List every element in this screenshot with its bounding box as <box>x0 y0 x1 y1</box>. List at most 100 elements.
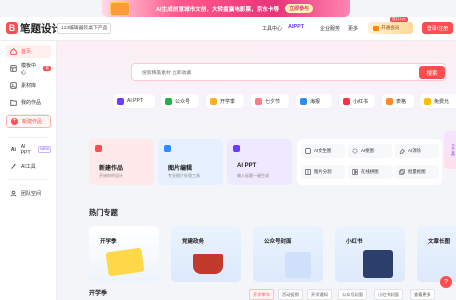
sidebar-item-team[interactable]: 团队空间 <box>6 187 51 200</box>
category-chip[interactable]: 小红书封面 <box>374 289 403 300</box>
hot-topic-title: 党建政务 <box>182 239 205 245</box>
logo[interactable]: B 笔题设计 <box>6 20 62 36</box>
quick-link-xiaohongshu[interactable]: 小红书 <box>339 94 375 108</box>
tool-image-split[interactable]: 图片分割 <box>301 165 345 179</box>
image-icon <box>305 148 311 154</box>
hot-topic-card-long-image[interactable]: 文章长图 <box>417 226 456 282</box>
view-more-link[interactable]: 查看更多 <box>410 289 435 300</box>
quick-link-wechat[interactable]: 公众号 <box>161 94 199 108</box>
template-icon <box>10 65 17 72</box>
logo-text: 笔题设计 <box>20 22 62 35</box>
material-icon <box>10 82 17 89</box>
home-icon <box>10 48 17 55</box>
new-badge: 新 <box>43 66 51 71</box>
feature-card-ai-ppt[interactable]: AI PPT 输入标题一键生成 <box>227 139 292 185</box>
feature-card-image-edit[interactable]: 图片编辑 专业图片处理工具 <box>158 139 223 185</box>
feature-card-subtitle: 专业图片处理工具 <box>168 173 200 178</box>
sidebar-item-label: 首页 <box>21 49 32 55</box>
category-chip[interactable]: 活动促销 <box>278 289 303 300</box>
tool-ai-cutout[interactable]: AI抠图 <box>348 144 392 158</box>
search-bar: 搜索 <box>131 63 446 81</box>
sidebar-item-label: AI PPT <box>20 143 31 156</box>
sidebar-item-label: AI工具 <box>21 164 36 170</box>
hot-topic-card-wechat-cover[interactable]: 公众号封面 <box>253 226 323 282</box>
nav-aippt[interactable]: AIPPT <box>288 24 304 30</box>
sidebar-item-label: 我的作品 <box>21 100 42 106</box>
wechat-icon <box>165 97 172 105</box>
vip-discount-badge: 首月1元 <box>390 17 408 22</box>
sidebar-item-home[interactable]: 首页 <box>6 45 51 58</box>
sidebar-item-materials[interactable]: 素材库 <box>6 79 51 92</box>
batch-icon <box>399 169 405 175</box>
folder-icon <box>10 99 17 106</box>
category-chip[interactable]: 公众号封面 <box>338 289 367 300</box>
category-chip[interactable]: 开学季节 <box>249 289 274 300</box>
promo-text: AI生成创意城市文创，大转盘赢电影票，京东卡等 <box>156 6 280 13</box>
quick-link-label: 海报 <box>310 98 321 105</box>
tool-ai-text-to-image[interactable]: AI文生图 <box>301 144 345 158</box>
quick-link-label: 小红书 <box>353 98 369 105</box>
logo-icon: B <box>6 22 18 34</box>
hot-topic-title: 公众号封面 <box>264 239 292 245</box>
category-chip[interactable]: 开学通知 <box>307 289 332 300</box>
quick-link-label: 免费允 <box>434 98 450 105</box>
sidebar-item-ai-tools[interactable]: AI工具 <box>6 160 51 173</box>
cutout-icon <box>352 148 358 154</box>
feature-card-title: 图片编辑 <box>168 166 193 172</box>
hot-topic-card-party[interactable]: 党建政务 <box>171 226 241 282</box>
quick-link-label: 开学季 <box>220 98 236 105</box>
quick-link-ai-ppt[interactable]: AI PPT <box>113 94 155 108</box>
tool-label: AI文生图 <box>314 148 332 153</box>
new-work-button[interactable]: + 新建作品 <box>6 115 51 128</box>
split-icon <box>305 169 311 175</box>
search-input[interactable] <box>142 69 382 77</box>
hot-topic-card-school[interactable]: 开学季 <box>89 226 159 282</box>
school-icon <box>210 97 217 105</box>
sidebar-item-templates[interactable]: 模板中心 新 <box>6 62 51 76</box>
sidebar-item-ai-ppt[interactable]: Ai AI PPT NEW <box>6 143 51 156</box>
promo-banner[interactable]: AI生成创意城市文创，大转盘赢电影票，京东卡等 立即参与 <box>102 0 350 17</box>
image-icon <box>164 145 171 152</box>
floating-ai-panel[interactable]: AI工具 <box>444 131 456 169</box>
tool-ai-erase[interactable]: AI消除 <box>395 144 439 158</box>
hot-topics-title: 热门专题 <box>89 208 118 217</box>
quick-link-label: AI PPT <box>127 98 143 104</box>
sidebar-item-label: 团队空间 <box>21 191 42 197</box>
nav-tool-center[interactable]: 工具中心 <box>262 25 282 32</box>
free-icon <box>424 97 431 105</box>
vip-button[interactable]: 开通会员 <box>368 22 413 34</box>
team-icon <box>10 190 17 197</box>
crown-icon <box>373 25 379 31</box>
table-icon <box>386 97 393 105</box>
login-button[interactable]: 登录/注册 <box>422 22 453 34</box>
tool-label: AI抠图 <box>361 148 374 153</box>
quick-link-qixi[interactable]: 七夕节 <box>251 94 289 108</box>
tool-batch-cutout[interactable]: 批量抠图 <box>395 165 439 179</box>
nav-enterprise[interactable]: 企业服务 <box>320 25 340 32</box>
app-root: { "promo": {"text": "AI生成创意城市文创，大转盘赢电影票，… <box>0 0 456 300</box>
tools-panel: AI文生图 AI抠图 AI消除 图片分割 在线拼图 批量抠图 <box>297 139 442 185</box>
nav-more[interactable]: 更多 <box>348 25 358 32</box>
sidebar-item-label: 模板中心 <box>21 62 37 76</box>
quick-link-poster[interactable]: 海报 <box>296 94 332 108</box>
promo-button[interactable]: 立即参与 <box>285 4 314 13</box>
school-illustration <box>105 247 145 277</box>
search-button[interactable]: 搜索 <box>419 66 445 79</box>
tool-label: 批量抠图 <box>408 169 426 174</box>
help-icon[interactable]: ? <box>440 276 452 288</box>
tool-collage[interactable]: 在线拼图 <box>348 165 392 179</box>
feature-card-subtitle: 输入标题一键生成 <box>237 173 269 178</box>
feature-card-subtitle: 开始你的设计 <box>99 173 123 178</box>
sidebar-item-my-works[interactable]: 我的作品 <box>6 96 51 109</box>
tool-label: 图片分割 <box>314 169 332 174</box>
quick-link-table[interactable]: 表格 <box>382 94 414 108</box>
category-title: 开学季 <box>89 291 108 297</box>
new-work-label: 新建作品 <box>22 119 43 125</box>
quick-link-free[interactable]: 免费允 <box>420 94 456 108</box>
top-header: B 笔题设计 123编辑器装桌下产品 工具中心 AIPPT 企业服务 更多 开通… <box>0 17 456 41</box>
hot-topic-card-xiaohongshu[interactable]: 小红书 <box>335 226 405 282</box>
feature-card-new-work[interactable]: 新建作品 开始你的设计 <box>89 139 154 185</box>
quick-link-school[interactable]: 开学季 <box>206 94 244 108</box>
install-desktop-button[interactable]: 123编辑器装桌下产品 <box>57 23 112 34</box>
feature-card-title: 新建作品 <box>99 166 124 172</box>
